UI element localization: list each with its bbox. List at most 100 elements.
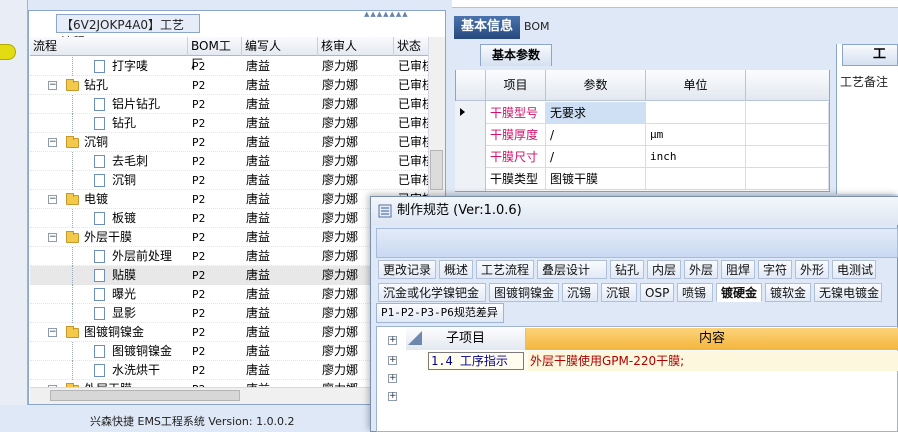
column-header-author[interactable]: 编写人 xyxy=(242,37,318,56)
grid-header-param[interactable]: 参数 xyxy=(546,70,646,101)
document-icon xyxy=(94,60,105,73)
tab-row2-0[interactable]: 沉金或化学镍钯金 xyxy=(378,283,486,302)
tree-row[interactable]: 钻孔 P2 唐益 廖力娜 已审核 xyxy=(30,114,430,133)
param-extra-cell[interactable] xyxy=(746,124,829,146)
spec-grid-header-sub-item[interactable]: 子项目 xyxy=(406,328,526,350)
author-cell: 唐益 xyxy=(246,344,271,358)
tab-row1-4[interactable]: 钻孔 xyxy=(610,260,644,279)
grid-header-unit[interactable]: 单位 xyxy=(646,70,746,101)
document-icon xyxy=(94,345,105,358)
tab-spec-difference[interactable]: P1-P2-P3-P6规范差异 xyxy=(376,303,504,323)
collapse-icon[interactable]: − xyxy=(48,328,57,337)
tab-row1-1[interactable]: 概述 xyxy=(439,260,473,279)
param-unit-cell[interactable]: inch xyxy=(646,146,746,168)
tab-row1-10[interactable]: 电测试 xyxy=(832,260,876,279)
tab-bom[interactable]: BOM xyxy=(524,16,564,39)
author-cell: 唐益 xyxy=(246,173,271,187)
column-header-reviewer[interactable]: 核审人 xyxy=(318,37,394,56)
tab-row1-9[interactable]: 外形 xyxy=(795,260,829,279)
param-unit-cell[interactable]: μm xyxy=(646,124,746,146)
tree-row[interactable]: − 沉铜 P2 唐益 廖力娜 已审核 xyxy=(30,133,430,152)
param-unit-cell[interactable] xyxy=(646,102,746,124)
param-value-cell[interactable]: 无要求 xyxy=(546,102,646,124)
tree-item-name: 钻孔 xyxy=(112,116,137,130)
tab-basic-info[interactable]: 基本信息 xyxy=(454,16,520,39)
tab-row1-0[interactable]: 更改记录 xyxy=(378,260,436,279)
tree-connector xyxy=(72,266,73,285)
author-cell: 唐益 xyxy=(246,97,271,111)
param-unit-cell[interactable] xyxy=(646,168,746,190)
tab-row1-8[interactable]: 字符 xyxy=(758,260,792,279)
tree-row[interactable]: 铝片钻孔 P2 唐益 廖力娜 已审核 xyxy=(30,95,430,114)
status-cell: 已审核 xyxy=(398,135,430,149)
tab-row2-2[interactable]: 沉锡 xyxy=(562,283,598,302)
panel-grip-handle[interactable]: ▲▲▲▲▲▲▲ xyxy=(364,10,408,18)
param-item-cell[interactable]: 干膜类型 xyxy=(486,168,546,190)
spec-grid-header-content[interactable]: 内容 xyxy=(526,328,898,350)
collapse-icon[interactable]: − xyxy=(48,81,57,90)
param-value-cell[interactable]: 图镀干膜 xyxy=(546,168,646,190)
bom-factory-cell: P2 xyxy=(192,345,206,358)
param-extra-cell[interactable] xyxy=(746,168,829,190)
collapse-icon[interactable]: − xyxy=(48,233,57,242)
process-flow-tab[interactable]: 【6V2JOKP4A0】工艺流程 xyxy=(56,14,200,49)
author-cell: 唐益 xyxy=(246,192,271,206)
expand-icon[interactable]: + xyxy=(388,392,397,401)
tab-row2-7[interactable]: 镀软金 xyxy=(765,283,811,302)
param-item-cell[interactable]: 干膜尺寸 xyxy=(486,146,546,168)
tree-row[interactable]: 打字唛 P2 唐益 廖力娜 已审核 xyxy=(30,57,430,76)
grid-header-item[interactable]: 项目 xyxy=(486,70,546,101)
document-icon xyxy=(94,364,105,377)
document-icon xyxy=(94,212,105,225)
spec-sub-item-cell[interactable]: 1.4 工序指示 xyxy=(428,352,524,370)
tab-row2-1[interactable]: 图镀铜镍金 xyxy=(489,283,559,302)
tab-row2-3[interactable]: 沉银 xyxy=(601,283,637,302)
panel-toggle-button[interactable] xyxy=(0,44,16,60)
tree-vertical-scroll-thumb[interactable] xyxy=(430,150,443,190)
param-extra-cell[interactable] xyxy=(746,102,829,124)
param-item-cell[interactable]: 干膜厚度 xyxy=(486,124,546,146)
tab-row2-5[interactable]: 喷锡 xyxy=(677,283,713,302)
expand-icon[interactable]: + xyxy=(388,356,397,365)
window-top-bar xyxy=(452,0,898,8)
param-item-cell[interactable]: 干膜型号 xyxy=(486,102,546,124)
tree-connector xyxy=(72,342,73,361)
tab-row1-5[interactable]: 内层 xyxy=(647,260,681,279)
tab-row2-8[interactable]: 无镍电镀金 xyxy=(814,283,882,302)
expand-icon[interactable]: + xyxy=(388,374,397,383)
param-value-cell[interactable]: / xyxy=(546,124,646,146)
dialog-toolbar xyxy=(376,228,898,258)
tab-row1-7[interactable]: 阻焊 xyxy=(721,260,755,279)
tab-row1-6[interactable]: 外层 xyxy=(684,260,718,279)
collapse-icon[interactable]: − xyxy=(48,138,57,147)
tree-item-name: 图镀铜镍金 xyxy=(112,344,173,358)
tree-row[interactable]: 沉铜 P2 唐益 廖力娜 已审核 xyxy=(30,171,430,190)
dialog-title-bar[interactable]: 制作规范 (Ver:1.0.6) xyxy=(371,197,898,225)
tab-row1-2[interactable]: 工艺流程 xyxy=(476,260,534,279)
column-header-flow[interactable]: 流程 xyxy=(30,37,188,56)
document-icon xyxy=(94,98,105,111)
tab-row2-4[interactable]: OSP xyxy=(640,283,674,302)
tree-row[interactable]: 去毛刺 P2 唐益 廖力娜 已审核 xyxy=(30,152,430,171)
param-extra-cell[interactable] xyxy=(746,146,829,168)
spec-content-cell[interactable]: 外层干膜使用GPM-220干膜; xyxy=(528,351,898,371)
expand-icon[interactable]: + xyxy=(388,336,397,345)
reviewer-cell: 廖力娜 xyxy=(322,97,359,111)
param-value-cell[interactable]: / xyxy=(546,146,646,168)
column-header-bom-factory[interactable]: BOM工厂 xyxy=(188,37,242,71)
column-header-status[interactable]: 状态 xyxy=(394,37,430,56)
tab-process[interactable]: 工艺 xyxy=(842,44,898,66)
tree-horizontal-scroll-thumb[interactable] xyxy=(50,390,240,401)
tab-row2-6[interactable]: 镀硬金 xyxy=(716,283,762,302)
tree-row[interactable]: − 钻孔 P2 唐益 廖力娜 已审核 xyxy=(30,76,430,95)
tab-row1-3[interactable]: 叠层设计 xyxy=(537,260,607,279)
bom-factory-cell: P2 xyxy=(192,136,206,149)
tab-basic-params[interactable]: 基本参数 xyxy=(480,44,552,66)
author-cell: 唐益 xyxy=(246,78,271,92)
author-cell: 唐益 xyxy=(246,211,271,225)
author-cell: 唐益 xyxy=(246,306,271,320)
folder-icon xyxy=(66,79,79,91)
tree-item-name: 图镀铜镍金 xyxy=(84,325,145,339)
status-cell: 已审核 xyxy=(398,59,430,73)
collapse-icon[interactable]: − xyxy=(48,195,57,204)
